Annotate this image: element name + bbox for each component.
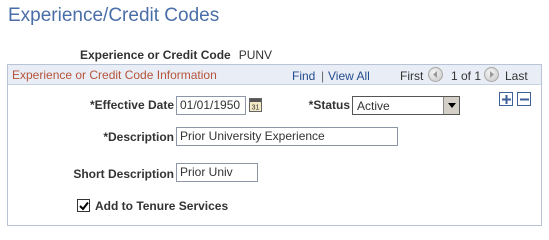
code-row: Experience or Credit Code PUNV <box>80 48 272 62</box>
next-button[interactable] <box>484 67 499 82</box>
group-title: Experience or Credit Code Information <box>12 68 217 82</box>
minus-icon <box>519 98 529 100</box>
delete-row-button[interactable] <box>517 92 531 106</box>
status-label: *Status <box>308 98 350 112</box>
tenure-checkbox[interactable] <box>77 199 90 212</box>
chevron-down-icon <box>447 103 456 108</box>
first-label: First <box>400 69 424 83</box>
view-all-link[interactable]: View All <box>328 69 370 83</box>
short-description-label: Short Description <box>73 167 174 181</box>
last-label: Last <box>505 69 528 83</box>
arrow-left-icon <box>433 71 437 78</box>
arrow-right-icon <box>490 71 494 78</box>
plus-icon <box>501 94 511 104</box>
status-select[interactable]: Active <box>352 96 460 115</box>
position-text: 1 of 1 <box>451 69 482 83</box>
dropdown-button[interactable] <box>443 97 459 114</box>
tenure-label: Add to Tenure Services <box>95 199 229 213</box>
calendar-icon: 31 <box>250 99 261 111</box>
add-row-button[interactable] <box>499 92 513 106</box>
short-description-input[interactable]: Prior Univ <box>176 163 258 182</box>
calendar-button[interactable]: 31 <box>249 98 262 112</box>
status-value: Active <box>357 98 390 113</box>
description-label: *Description <box>103 130 174 144</box>
description-input[interactable]: Prior University Experience <box>176 127 398 146</box>
svg-text:31: 31 <box>252 105 260 112</box>
group-header: Experience or Credit Code Information Fi… <box>8 65 541 85</box>
code-info-group: Experience or Credit Code Information Fi… <box>7 64 542 226</box>
effective-date-label: *Effective Date <box>89 98 174 112</box>
prev-button[interactable] <box>428 67 443 82</box>
page-title: Experience/Credit Codes <box>8 5 220 26</box>
checkmark-icon <box>78 201 89 211</box>
code-value: PUNV <box>238 48 273 62</box>
find-link[interactable]: Find <box>292 69 315 83</box>
effective-date-input[interactable]: 01/01/1950 <box>176 96 246 115</box>
nav-separator: | <box>321 69 325 83</box>
code-label: Experience or Credit Code <box>80 48 231 62</box>
